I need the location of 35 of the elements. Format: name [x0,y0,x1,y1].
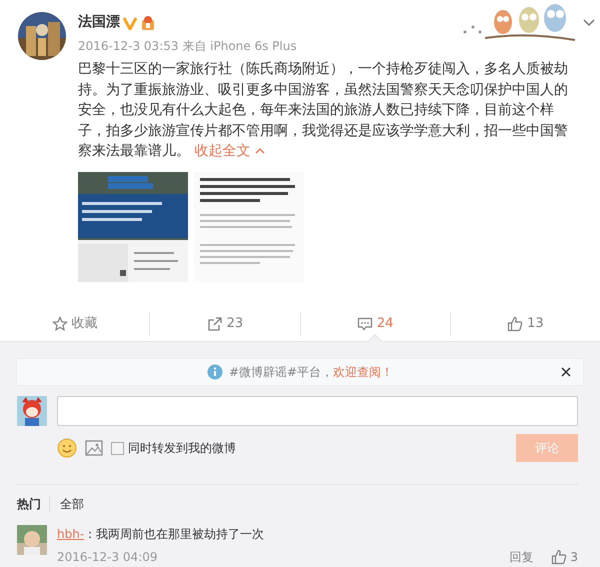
emoji-icon[interactable] [57,438,77,458]
post-text: 巴黎十三区的一家旅行社（陈氏商场附近），一个持枪歹徒闯入，多名人质被劫持。为了重振旅游业、吸引更多中国游客，虽然法国警察天天念叨保护中国人的安全，也没见有什么大起色，每年来法国的旅游人数已持续下降，目前这个样子，拍多少旅游宣传片都不管用啊，我觉得还是应该学学意大利，招一些中国警察来法最靠谱儿。 收起全文 [78,60,569,161]
reply-link[interactable]: 回复 [509,548,534,566]
comment-icon [356,316,373,332]
user-avatar-icon [17,396,47,426]
comment-input-field[interactable] [57,396,578,426]
comment-author[interactable]: hbh- [57,527,84,541]
close-icon [561,367,571,378]
source-label: 来自 [182,39,206,53]
post-timestamp: 2016-12-3 03:53 [78,39,178,53]
comment-text: ：我两周前也在那里被劫持了一次 [84,527,264,541]
comment-timestamp: 2016-12-3 04:09 [57,549,158,566]
medal-icon [140,14,156,30]
info-icon [206,364,223,380]
action-button[interactable]: 24 [300,312,450,336]
image-icon[interactable] [85,439,103,457]
action-button[interactable]: 13 [450,312,600,336]
comment-tab[interactable]: 热门 [17,495,49,513]
thumbs-up-icon [507,316,524,332]
star-icon [52,316,68,332]
comment-tab[interactable]: 全部 [60,495,92,513]
chevron-up-icon [254,147,265,156]
repost-checkbox[interactable] [111,442,124,454]
like-button[interactable]: 3 [551,548,578,566]
author-name[interactable]: 法国漂 [78,12,120,33]
share-icon [206,316,223,332]
thumbs-up-icon [551,549,568,565]
caret-icon[interactable] [583,19,595,27]
notice-text: #微博辟谣#平台， [228,364,334,381]
source-link[interactable]: iPhone 6s Plus [210,39,297,53]
notice-link[interactable]: 欢迎查阅！ [333,363,394,381]
action-button[interactable]: 收藏 [0,312,150,336]
checkbox-label: 同时转发到我的微博 [128,440,236,457]
collapse-link[interactable]: 收起全文 [194,143,265,159]
action-button[interactable]: 23 [150,312,300,336]
